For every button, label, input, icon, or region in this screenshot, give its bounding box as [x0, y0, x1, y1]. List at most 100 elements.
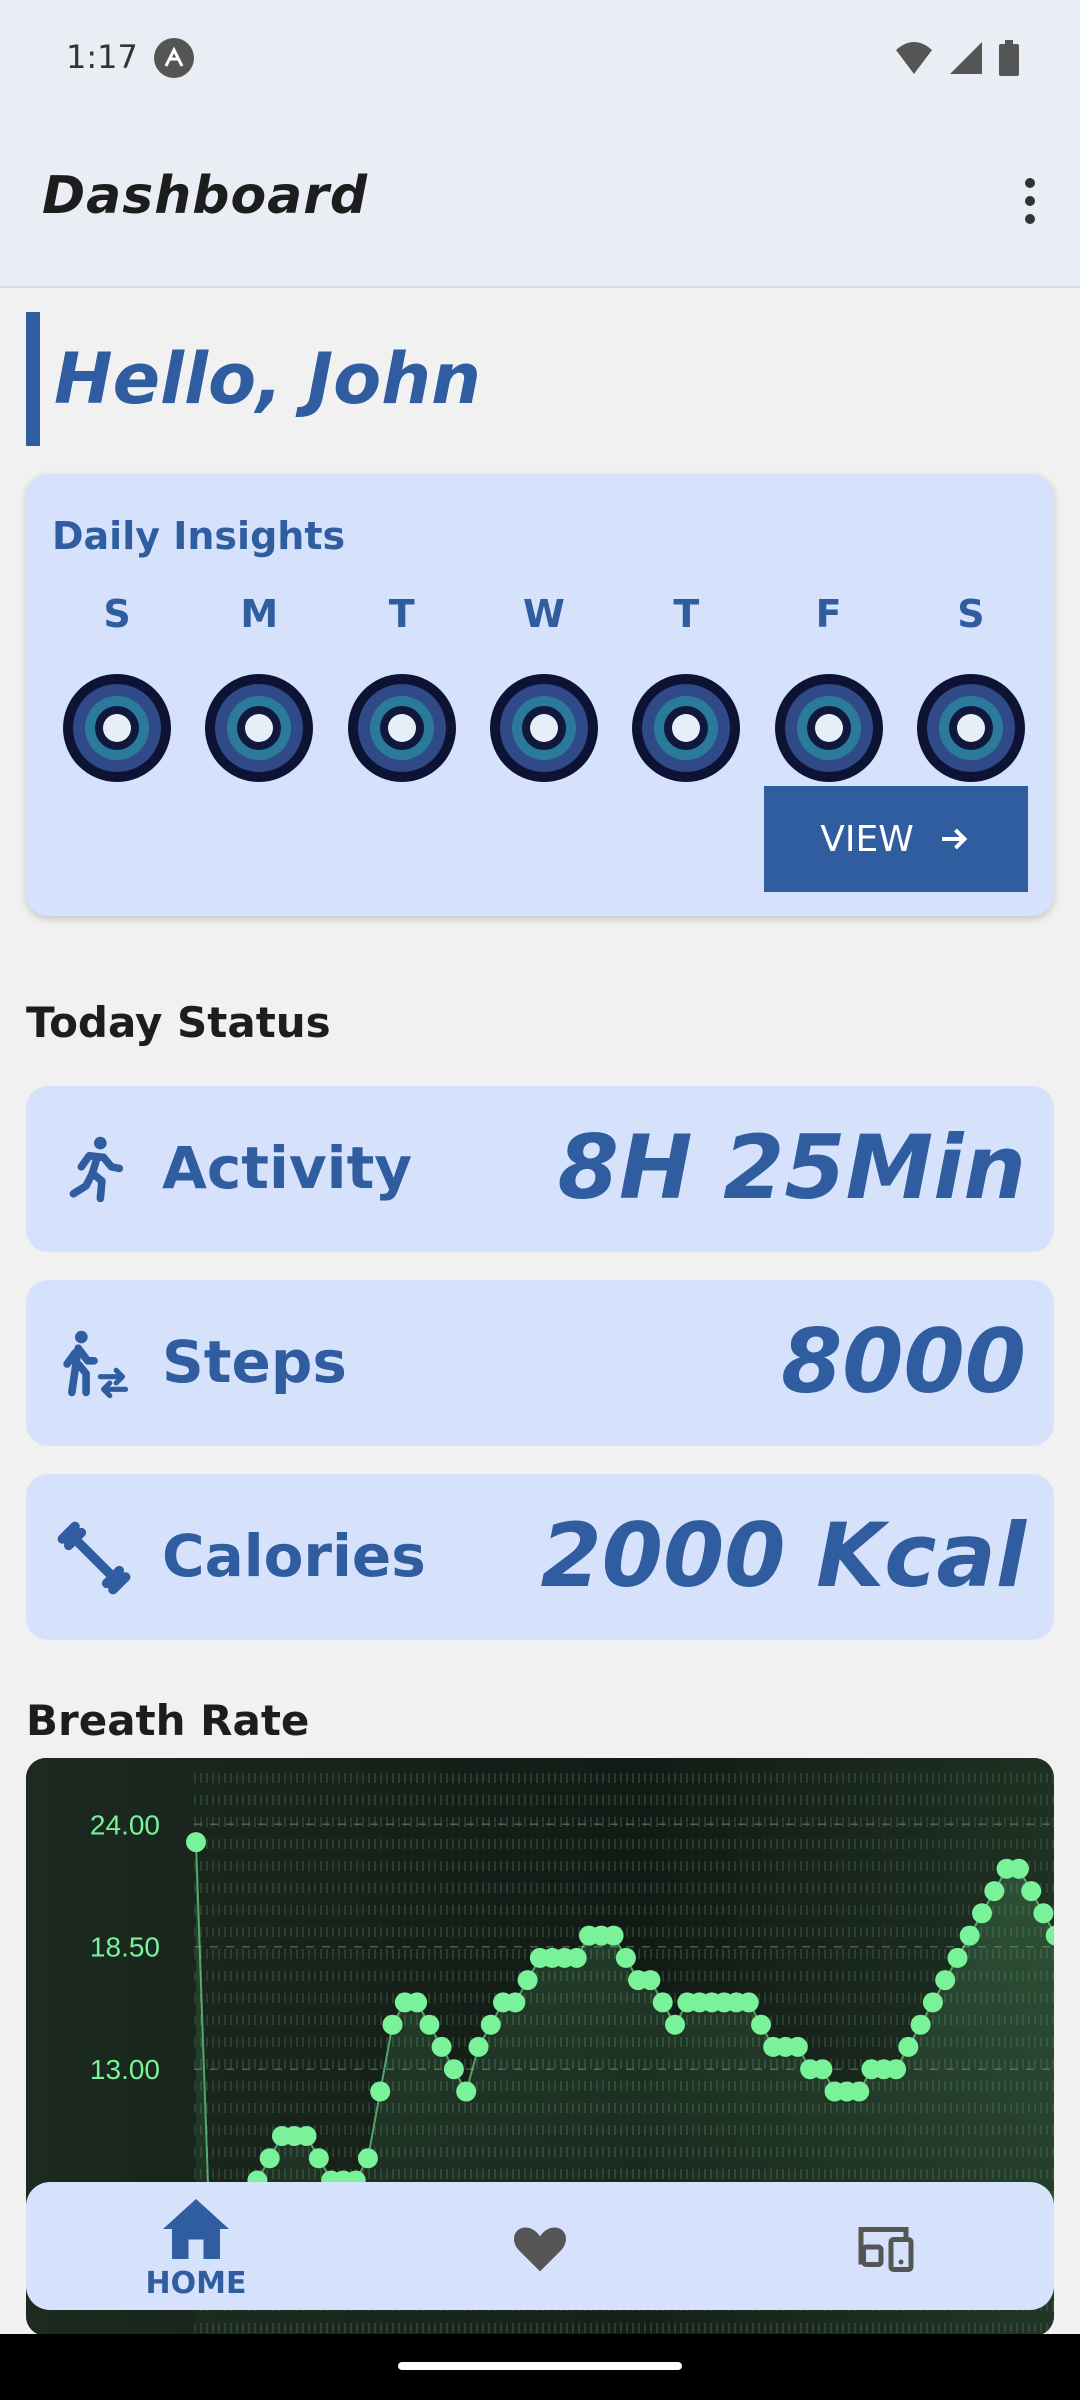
- day-column[interactable]: W: [489, 592, 599, 782]
- data-point: [665, 2014, 685, 2035]
- data-point: [1008, 1858, 1029, 1879]
- day-column[interactable]: T: [631, 592, 741, 782]
- data-point: [1021, 1881, 1042, 1902]
- data-point: [357, 2148, 378, 2169]
- days-row: S M T W T F S: [62, 592, 1026, 782]
- data-point: [787, 2036, 808, 2057]
- data-point: [382, 2014, 403, 2035]
- day-ring-icon: [632, 674, 741, 782]
- day-ring-icon: [489, 674, 598, 782]
- data-point: [640, 1970, 661, 1991]
- day-ring-icon: [916, 674, 1025, 782]
- greeting-accent-bar: [26, 312, 40, 446]
- day-label: S: [103, 592, 131, 636]
- data-point: [505, 1992, 526, 2013]
- data-point: [296, 2126, 317, 2146]
- data-point: [898, 2036, 919, 2057]
- y-tick-label: 13.00: [90, 2054, 160, 2085]
- day-ring-icon: [205, 674, 314, 782]
- steps-card[interactable]: Steps 8000: [26, 1280, 1054, 1446]
- data-point: [456, 2081, 477, 2102]
- view-button[interactable]: VIEW: [764, 786, 1028, 892]
- breath-rate-title: Breath Rate: [26, 1696, 310, 1745]
- data-point: [959, 1925, 980, 1946]
- daily-insights-card: Daily Insights S M T W T F S VIEW: [26, 474, 1054, 916]
- y-tick-label: 18.50: [90, 1932, 160, 1963]
- activity-value: 8H 25Min: [557, 1116, 1026, 1219]
- data-point: [947, 1947, 968, 1968]
- day-label: F: [815, 592, 842, 636]
- heart-icon: [514, 2227, 566, 2272]
- day-label: M: [240, 592, 279, 636]
- running-icon: [69, 1136, 124, 1203]
- y-tick-label: 24.00: [90, 1809, 160, 1840]
- day-column[interactable]: S: [62, 592, 172, 782]
- data-point: [935, 1970, 956, 1991]
- calories-card[interactable]: Calories 2000 Kcal: [26, 1474, 1054, 1640]
- home-icon: [163, 2199, 229, 2259]
- data-point: [186, 1832, 206, 1853]
- day-label: T: [673, 592, 700, 636]
- data-point: [431, 2036, 452, 2057]
- data-point: [812, 2059, 833, 2080]
- page-title: Dashboard: [42, 166, 369, 226]
- greeting-block: Hello, John: [26, 312, 481, 446]
- calories-label: Calories: [162, 1522, 426, 1590]
- data-point: [886, 2059, 907, 2080]
- day-column[interactable]: T: [347, 592, 457, 782]
- status-bar: 1:17: [0, 0, 1080, 120]
- day-label: W: [523, 592, 565, 636]
- day-label: T: [388, 592, 415, 636]
- data-point: [308, 2148, 329, 2169]
- app-notification-icon: [154, 38, 194, 78]
- data-point: [972, 1903, 992, 1924]
- status-time: 1:17: [66, 38, 138, 76]
- data-point: [480, 2014, 501, 2035]
- data-point: [1033, 1903, 1054, 1924]
- status-icons: [894, 40, 1020, 76]
- battery-icon: [999, 40, 1019, 76]
- greeting-text: Hello, John: [54, 338, 481, 420]
- nav-devices[interactable]: [786, 2182, 986, 2310]
- day-label: S: [957, 592, 985, 636]
- activity-label: Activity: [162, 1134, 413, 1202]
- data-point: [849, 2081, 870, 2102]
- data-point: [566, 1947, 587, 1968]
- today-status-title: Today Status: [26, 998, 331, 1047]
- daily-insights-title: Daily Insights: [52, 514, 346, 558]
- data-point: [419, 2014, 440, 2035]
- day-column[interactable]: S: [916, 592, 1026, 782]
- data-point: [922, 1992, 943, 2013]
- data-point: [259, 2148, 280, 2169]
- activity-card[interactable]: Activity 8H 25Min: [26, 1086, 1054, 1252]
- data-point: [652, 1992, 673, 2013]
- nav-favorites[interactable]: [440, 2182, 640, 2310]
- data-point: [910, 2014, 931, 2035]
- bottom-navigation: HOME: [26, 2182, 1054, 2310]
- steps-label: Steps: [162, 1328, 347, 1396]
- wifi-icon: [896, 42, 932, 74]
- data-point: [517, 1970, 538, 1991]
- steps-value: 8000: [781, 1310, 1026, 1413]
- day-column[interactable]: M: [204, 592, 314, 782]
- data-point: [370, 2081, 391, 2102]
- data-point: [407, 1992, 428, 2013]
- app-bar: Dashboard: [0, 120, 1080, 288]
- data-point: [615, 1947, 636, 1968]
- data-point: [751, 2014, 771, 2035]
- devices-icon: [858, 2227, 914, 2272]
- data-point: [468, 2036, 489, 2057]
- data-point: [738, 1992, 759, 2013]
- arrow-right-icon: [941, 828, 968, 850]
- data-point: [443, 2059, 464, 2080]
- calories-value: 2000 Kcal: [540, 1504, 1026, 1607]
- day-ring-icon: [774, 674, 883, 782]
- day-column[interactable]: F: [774, 592, 884, 782]
- day-ring-icon: [347, 674, 456, 782]
- gesture-pill[interactable]: [398, 2362, 682, 2370]
- more-options-icon[interactable]: [1020, 178, 1040, 228]
- data-point: [603, 1925, 624, 1946]
- nav-home-label: HOME: [145, 2266, 247, 2301]
- nav-home[interactable]: HOME: [96, 2182, 296, 2310]
- day-ring-icon: [63, 674, 171, 782]
